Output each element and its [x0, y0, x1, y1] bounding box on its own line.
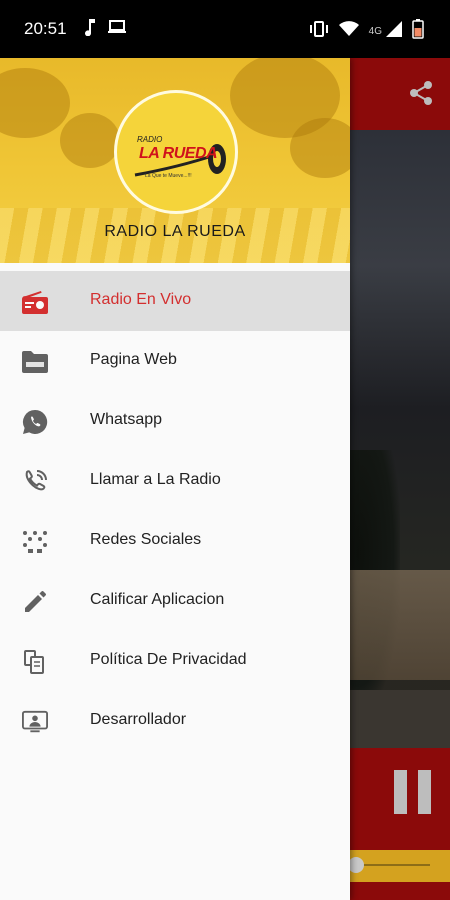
menu-item-label: Radio En Vivo [90, 291, 192, 308]
house-silhouette [350, 570, 450, 680]
social-network-icon [22, 529, 48, 555]
drawer-header: RADIO LA RUEDA La Que te Mueve...!!! RAD… [0, 58, 350, 263]
menu-item-label: Whatsapp [90, 411, 163, 428]
menu-item-llamar-radio[interactable]: Llamar a La Radio [0, 451, 350, 511]
logo-radio-text: RADIO [137, 135, 163, 144]
ground-area [350, 690, 450, 750]
music-note-icon [83, 18, 97, 41]
menu-item-radio-en-vivo[interactable]: Radio En Vivo [0, 271, 350, 331]
navigation-drawer: RADIO LA RUEDA La Que te Mueve...!!! RAD… [0, 58, 350, 900]
vibrate-icon [309, 20, 329, 43]
background-app [350, 58, 450, 900]
menu-item-redes-sociales[interactable]: Redes Sociales [0, 511, 350, 571]
menu-item-desarrollador[interactable]: Desarrollador [0, 691, 350, 751]
status-time: 20:51 [24, 19, 67, 38]
logo-name-text: LA RUEDA [139, 145, 218, 162]
menu-item-privacidad[interactable]: Política De Privacidad [0, 631, 350, 691]
menu-item-label: Desarrollador [90, 711, 187, 728]
background-photo [350, 130, 450, 750]
signal-icon [386, 21, 402, 42]
seek-bar[interactable] [350, 850, 450, 882]
seek-thumb[interactable] [350, 857, 364, 873]
wifi-icon [338, 21, 359, 42]
menu-item-label: Redes Sociales [90, 531, 202, 548]
web-folder-icon [22, 349, 48, 375]
radio-icon [22, 289, 48, 315]
network-type-label: 4G [368, 26, 382, 37]
drawer-menu: Radio En Vivo Pagina Web Whatsapp Llamar… [0, 271, 350, 751]
menu-item-label: Calificar Aplicacion [90, 591, 225, 608]
status-bar: 20:51 4G [0, 0, 450, 58]
battery-icon [412, 19, 424, 44]
pause-icon[interactable] [394, 770, 431, 814]
pencil-icon [22, 589, 48, 615]
logo-slogan-text: La Que te Mueve...!!! [145, 173, 192, 179]
drawer-title: RADIO LA RUEDA [104, 223, 246, 240]
whatsapp-icon [22, 409, 48, 435]
player-panel [350, 748, 450, 900]
menu-item-pagina-web[interactable]: Pagina Web [0, 331, 350, 391]
copy-document-icon [22, 649, 48, 675]
developer-screen-icon [22, 709, 48, 735]
menu-item-whatsapp[interactable]: Whatsapp [0, 391, 350, 451]
laptop-icon [107, 19, 127, 40]
radio-logo: RADIO LA RUEDA La Que te Mueve...!!! [114, 90, 238, 214]
phone-call-icon [22, 469, 48, 495]
palm-tree-shape [290, 118, 350, 178]
menu-item-label: Llamar a La Radio [90, 471, 221, 488]
menu-item-label: Política De Privacidad [90, 651, 247, 668]
menu-item-label: Pagina Web [90, 351, 177, 368]
palm-tree-shape [0, 68, 70, 138]
menu-item-calificar[interactable]: Calificar Aplicacion [0, 571, 350, 631]
share-icon[interactable] [409, 80, 433, 111]
palm-tree-shape [60, 113, 120, 168]
app-toolbar [350, 58, 450, 130]
